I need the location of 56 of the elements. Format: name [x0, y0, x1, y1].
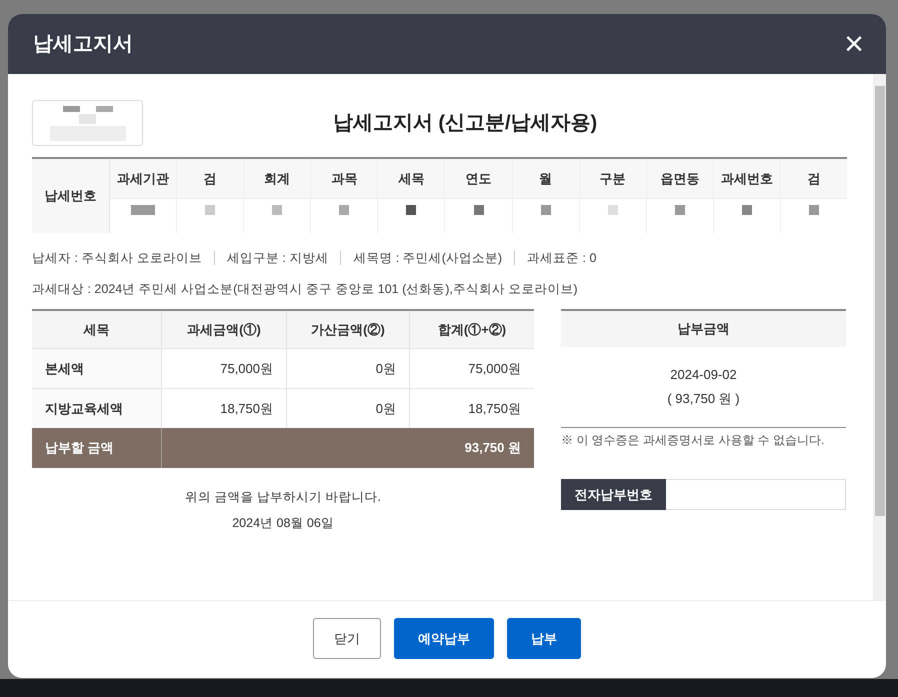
table-cell: 75,000원 — [162, 348, 287, 388]
redacted-mark — [808, 205, 819, 215]
table-header-cell: 세목 — [32, 310, 162, 348]
table-header-cell: 연도 — [445, 159, 512, 199]
redacted-mark — [339, 205, 350, 215]
table-header-cell: 과세번호 — [714, 159, 780, 199]
table-header-cell: 검 — [177, 159, 244, 199]
field-label: 전자납부번호 — [561, 478, 666, 510]
epay-number-field[interactable] — [666, 478, 846, 510]
dialog-button[interactable]: 납부 — [507, 618, 581, 659]
redacted-mark — [406, 205, 416, 215]
table-header-cell: 검 — [780, 159, 848, 199]
note-text: ※ 이 영수증은 과세증명서로 사용할 수 없습니다. — [561, 432, 826, 449]
table-header-cell: 가산금액(②) — [287, 310, 410, 348]
scrollbar[interactable] — [873, 74, 886, 600]
info-text: 세입구분 : 지방세 — [226, 250, 328, 267]
redacted-mark — [205, 205, 216, 215]
redacted-mark — [272, 205, 282, 215]
issue-date: 2024년 08월 06일 — [232, 514, 334, 532]
dialog-title: 납세고지서 — [33, 32, 133, 57]
table-header-cell: 세목 — [378, 159, 444, 199]
payment-amount: ( 93,750 원 ) — [667, 390, 740, 408]
info-text: 과세표준 : 0 — [527, 250, 596, 267]
table-cell-text: 93,750 원 — [464, 439, 522, 457]
info-text: 과세대상 : 2024년 주민세 사업소분(대전광역시 중구 중앙로 101 (선화동),주식회사 오로라이브) — [32, 281, 579, 298]
table-cell: 지방교육세액 — [32, 388, 162, 428]
redacted-mark — [608, 205, 618, 215]
table-header-cell-text: 합계(①+②) — [436, 320, 508, 339]
redacted-mark — [742, 205, 752, 215]
table-header-cell: 과목 — [311, 159, 378, 199]
table-header-cell: 읍면동 — [646, 159, 713, 199]
table-header-cell: 회계 — [244, 159, 310, 199]
info-text: 세목명 : 주민세(사업소분) — [353, 250, 502, 267]
redacted-mark — [474, 205, 484, 215]
table-header-cell: 월 — [512, 159, 579, 199]
table-cell: 본세액 — [32, 348, 162, 388]
dialog-button[interactable]: 예약납부 — [394, 618, 494, 659]
request-text: 위의 금액을 납부하시기 바랍니다. — [185, 488, 381, 506]
notice-title: 납세고지서 (신고분/납세자용) — [332, 111, 598, 136]
table-cell-text: 75,000원 — [467, 360, 522, 378]
scrollbar-thumb[interactable] — [874, 86, 884, 516]
table-header-cell: 납부금액 — [561, 310, 846, 347]
table-header-cell: 과세기관 — [110, 159, 176, 199]
info-text: 납세자 : 주식회사 오로라이브 — [32, 250, 202, 267]
close-button[interactable]: × — [844, 27, 864, 61]
redacted-mark — [131, 205, 156, 215]
table-cell: 납부할 금액 — [32, 428, 162, 468]
table-header-cell: 구분 — [580, 159, 646, 199]
table-header-cell: 과세금액(①) — [162, 310, 287, 348]
redacted-mark — [674, 205, 685, 215]
dialog-button[interactable]: 닫기 — [313, 618, 381, 659]
redacted-mark — [540, 205, 551, 215]
table-cell-text: 18,750원 — [467, 400, 522, 418]
due-date: 2024-09-02 — [670, 366, 737, 384]
table-header-cell: 납세번호 — [32, 159, 110, 233]
table-cell: 0원 — [287, 348, 410, 388]
